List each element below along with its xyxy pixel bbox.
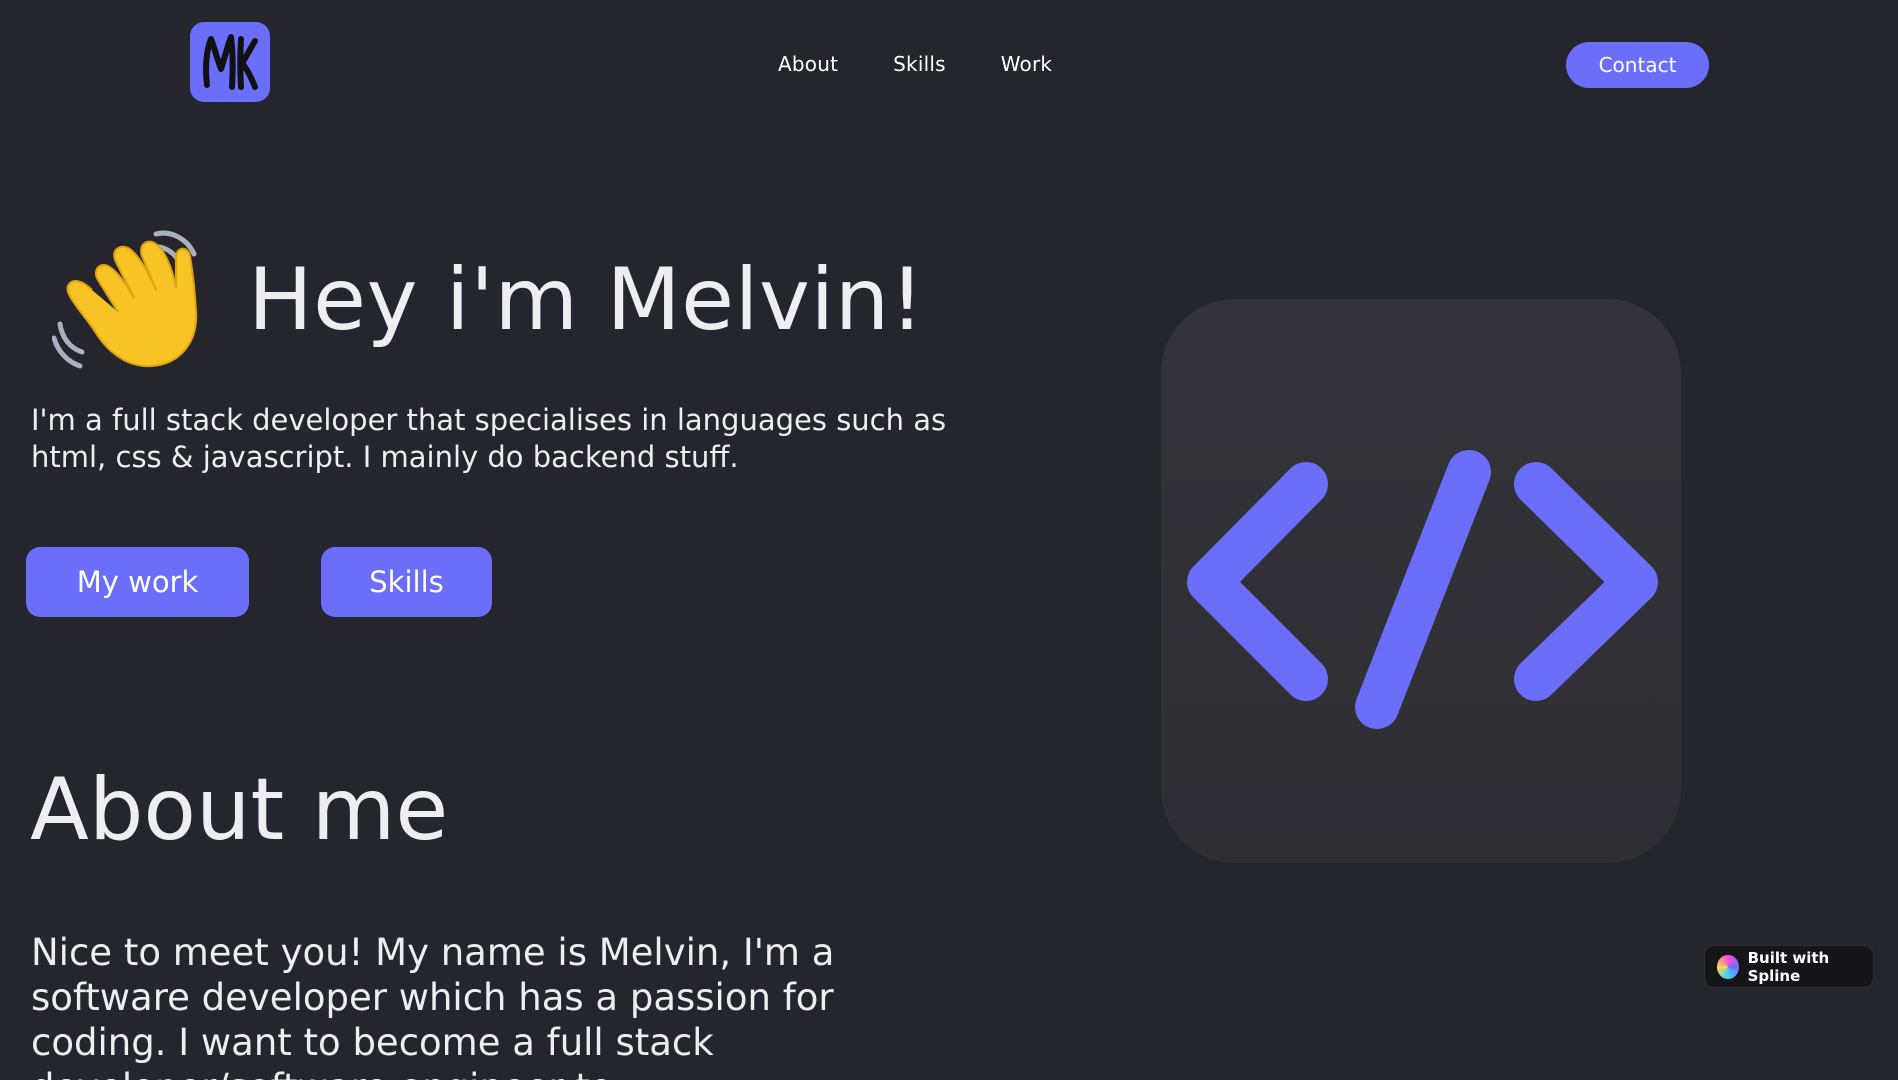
code-3d-card[interactable] <box>1161 299 1681 863</box>
logo-monogram-icon <box>203 34 258 90</box>
nav-link-work[interactable]: Work <box>1001 52 1052 76</box>
contact-button[interactable]: Contact <box>1566 42 1709 88</box>
logo[interactable] <box>190 22 270 102</box>
waving-hand-icon <box>52 230 198 369</box>
spline-badge-label: Built with Spline <box>1747 948 1830 985</box>
skills-button[interactable]: Skills <box>321 547 492 617</box>
spline-logo-icon <box>1717 954 1739 979</box>
main-nav: About Skills Work <box>778 52 1052 76</box>
my-work-button[interactable]: My work <box>26 547 249 617</box>
page: About Skills Work Contact Hey i'm Melvin… <box>0 0 1898 1080</box>
hero-description: I'm a full stack developer that speciali… <box>31 403 947 474</box>
about-text: Nice to meet you! My name is Melvin, I'm… <box>31 931 835 1080</box>
code-brackets-icon <box>1187 450 1658 729</box>
built-with-spline-badge[interactable]: Built with Spline <box>1704 945 1874 988</box>
nav-link-skills[interactable]: Skills <box>893 52 946 76</box>
nav-link-about[interactable]: About <box>778 52 838 76</box>
hero-title: Hey i'm Melvin! <box>248 250 925 350</box>
about-title: About me <box>30 760 449 860</box>
